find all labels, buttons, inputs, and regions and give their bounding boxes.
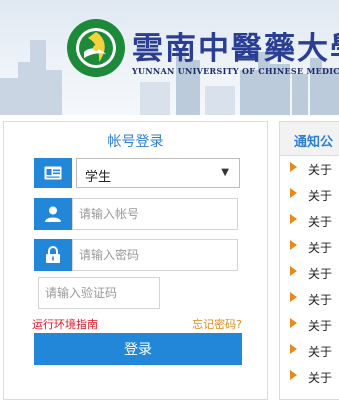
site-header: 雲南中醫藥大學 YUNNAN UNIVERSITY OF CHINESE MED… <box>0 0 339 115</box>
login-title: 帐号登录 <box>107 134 164 150</box>
notice-title[interactable]: 通知公 <box>294 131 333 150</box>
role-select-value: 学生 <box>85 170 112 185</box>
triangle-bullet-icon <box>290 162 297 172</box>
university-name-chinese: 雲南中醫藥大學 <box>132 31 339 67</box>
notice-list: 关于 关于 关于 关于 关于 关于 关于 关于 关于 <box>280 155 339 389</box>
password-field[interactable] <box>72 239 238 271</box>
triangle-bullet-icon <box>290 292 297 302</box>
notice-item-label[interactable]: 关于 <box>308 317 332 334</box>
notice-item[interactable]: 关于 <box>280 259 339 285</box>
lock-icon <box>34 239 72 271</box>
notice-item[interactable]: 关于 <box>280 207 339 233</box>
password-input[interactable] <box>73 240 237 270</box>
notice-item[interactable]: 关于 <box>280 155 339 181</box>
notice-item[interactable]: 关于 <box>280 363 339 389</box>
captcha-field[interactable] <box>38 277 160 309</box>
notice-item-label[interactable]: 关于 <box>308 213 332 230</box>
notice-item[interactable]: 关于 <box>280 337 339 363</box>
notice-item-label[interactable]: 关于 <box>308 343 332 360</box>
triangle-bullet-icon <box>290 214 297 224</box>
triangle-bullet-icon <box>290 266 297 276</box>
id-card-icon <box>34 158 72 188</box>
forgot-password-link[interactable]: 忘记密码? <box>192 316 242 332</box>
triangle-bullet-icon <box>290 318 297 328</box>
triangle-bullet-icon <box>290 188 297 198</box>
triangle-bullet-icon <box>290 344 297 354</box>
notice-item-label[interactable]: 关于 <box>308 239 332 256</box>
triangle-bullet-icon <box>290 240 297 250</box>
user-icon <box>34 198 72 230</box>
chevron-down-icon: ▼ <box>221 167 229 178</box>
login-button[interactable]: 登录 <box>34 333 242 365</box>
notice-item[interactable]: 关于 <box>280 311 339 337</box>
university-emblem-icon <box>67 19 125 77</box>
notice-item-label[interactable]: 关于 <box>308 265 332 282</box>
university-name-english: YUNNAN UNIVERSITY OF CHINESE MEDICINE <box>132 66 339 76</box>
username-input[interactable] <box>73 199 237 229</box>
username-field[interactable] <box>72 198 238 230</box>
notice-item[interactable]: 关于 <box>280 233 339 259</box>
notice-item-label[interactable]: 关于 <box>308 161 332 178</box>
notice-item-label[interactable]: 关于 <box>308 187 332 204</box>
notice-header: 通知公 <box>280 122 339 156</box>
notice-item[interactable]: 关于 <box>280 181 339 207</box>
captcha-input[interactable] <box>39 278 159 308</box>
triangle-bullet-icon <box>290 370 297 380</box>
login-panel: 帐号登录 学生 ▼ 运行环境指南 <box>3 121 268 400</box>
role-select[interactable]: 学生 ▼ <box>76 158 240 188</box>
notice-item-label[interactable]: 关于 <box>308 291 332 308</box>
notice-item[interactable]: 关于 <box>280 285 339 311</box>
notice-item-label[interactable]: 关于 <box>308 369 332 386</box>
environment-guide-link[interactable]: 运行环境指南 <box>32 316 98 332</box>
notice-panel: 通知公 关于 关于 关于 关于 关于 关于 关于 关于 关于 <box>279 121 339 400</box>
